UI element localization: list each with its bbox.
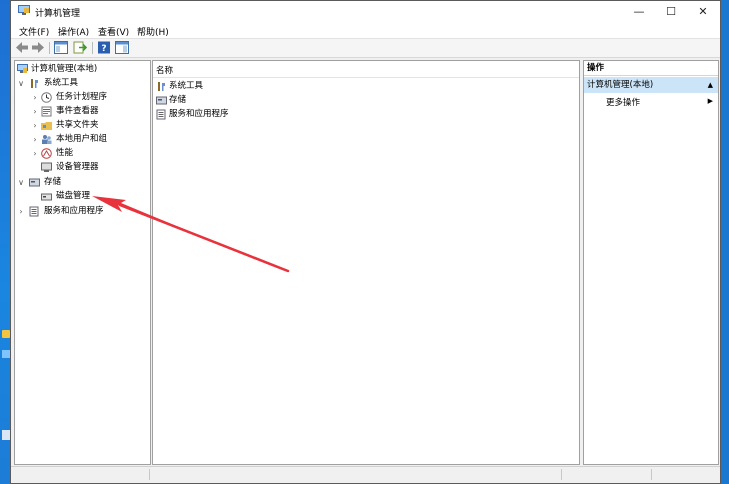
close-button[interactable]: ✕ (686, 1, 720, 22)
more-actions-label: 更多操作 (606, 98, 641, 108)
title-bar[interactable]: 计算机管理 — ☐ ✕ (11, 1, 720, 22)
storage-icon (156, 96, 167, 105)
chevron-down-icon[interactable]: ∨ (17, 77, 25, 90)
tree-label: 存储 (44, 177, 62, 187)
chevron-down-icon[interactable]: ∨ (17, 176, 25, 189)
tree-label: 性能 (56, 148, 74, 158)
status-divider (651, 469, 652, 480)
status-divider (149, 469, 150, 480)
tree-label: 本地用户和组 (56, 134, 108, 144)
actions-pane: 操作 计算机管理(本地) ▲ 更多操作 ▶ (583, 60, 719, 465)
system-tools-icon (31, 79, 38, 88)
help-icon[interactable]: ? (97, 41, 111, 54)
computer-management-window: 计算机管理 — ☐ ✕ 文件(F) 操作(A) 查看(V) 帮助(H) ? 计算… (10, 0, 721, 484)
tree-label: 设备管理器 (56, 162, 99, 172)
back-arrow-icon[interactable] (15, 41, 29, 54)
toolbar-separator (49, 42, 50, 54)
performance-icon (41, 148, 52, 159)
maximize-button[interactable]: ☐ (654, 1, 688, 22)
list-item-label: 存储 (169, 95, 187, 105)
chevron-right-icon[interactable]: › (31, 105, 39, 118)
computer-management-icon (17, 64, 28, 73)
tree-item-computer-management[interactable]: 计算机管理(本地) (17, 63, 147, 76)
toolbar: ? (11, 39, 720, 58)
services-icon (29, 206, 39, 217)
show-hide-console-tree-icon[interactable] (54, 41, 68, 54)
collapse-up-icon[interactable]: ▲ (708, 77, 713, 93)
tree-label: 系统工具 (44, 78, 79, 88)
event-viewer-icon (41, 106, 52, 117)
chevron-right-icon[interactable]: › (31, 91, 39, 104)
clock-icon (41, 92, 52, 103)
device-manager-icon (41, 162, 52, 172)
list-item-label: 服务和应用程序 (169, 109, 229, 119)
system-tools-icon (158, 82, 165, 91)
menu-file[interactable]: 文件(F) (19, 25, 49, 38)
storage-icon (29, 178, 40, 187)
desktop-shortcut-icon[interactable] (2, 350, 10, 358)
tree-label: 任务计划程序 (56, 92, 108, 102)
status-bar (11, 466, 720, 483)
tree-label: 服务和应用程序 (44, 206, 104, 216)
more-actions-item[interactable]: 更多操作 (606, 96, 640, 108)
forward-arrow-icon[interactable] (31, 41, 45, 54)
header-divider (153, 77, 579, 78)
menu-bar: 文件(F) 操作(A) 查看(V) 帮助(H) (11, 22, 720, 39)
minimize-button[interactable]: — (622, 1, 656, 22)
list-item-label: 系统工具 (169, 81, 204, 91)
desktop-shortcut-icon[interactable] (2, 330, 10, 338)
actions-section-label: 计算机管理(本地) (587, 80, 654, 90)
console-tree-pane: 计算机管理(本地) ∨ 系统工具 › 任务计划程序 › 事件查看器 › 共享文件… (14, 60, 151, 465)
menu-help[interactable]: 帮助(H) (137, 25, 169, 38)
toolbar-separator (92, 42, 93, 54)
tree-label: 事件查看器 (56, 106, 99, 116)
column-header-name[interactable]: 名称 (156, 64, 173, 76)
svg-text:?: ? (101, 44, 106, 54)
submenu-arrow-icon[interactable]: ▶ (708, 97, 713, 105)
window-title: 计算机管理 (35, 9, 81, 19)
results-list-pane: 名称 系统工具 存储 服务和应用程序 (152, 60, 580, 465)
disk-management-icon (41, 193, 52, 201)
tree-label: 计算机管理(本地) (31, 64, 98, 74)
chevron-right-icon[interactable]: › (17, 205, 25, 218)
actions-section-computer-management[interactable]: 计算机管理(本地) ▲ (584, 77, 718, 93)
users-icon (42, 135, 52, 144)
actions-header: 操作 (584, 61, 718, 76)
desktop-shortcut-icon[interactable] (2, 430, 10, 440)
services-icon (156, 109, 166, 120)
menu-action[interactable]: 操作(A) (58, 25, 89, 38)
chevron-right-icon[interactable]: › (31, 133, 39, 146)
tree-label: 共享文件夹 (56, 120, 99, 130)
status-divider (561, 469, 562, 480)
chevron-right-icon[interactable]: › (31, 147, 39, 160)
chevron-right-icon[interactable]: › (31, 119, 39, 132)
tree-label: 磁盘管理 (56, 191, 91, 201)
shared-folder-icon (41, 122, 52, 130)
computer-management-icon (18, 5, 30, 15)
action-pane-icon[interactable] (115, 41, 129, 54)
export-list-icon[interactable] (73, 41, 87, 54)
menu-view[interactable]: 查看(V) (98, 25, 129, 38)
